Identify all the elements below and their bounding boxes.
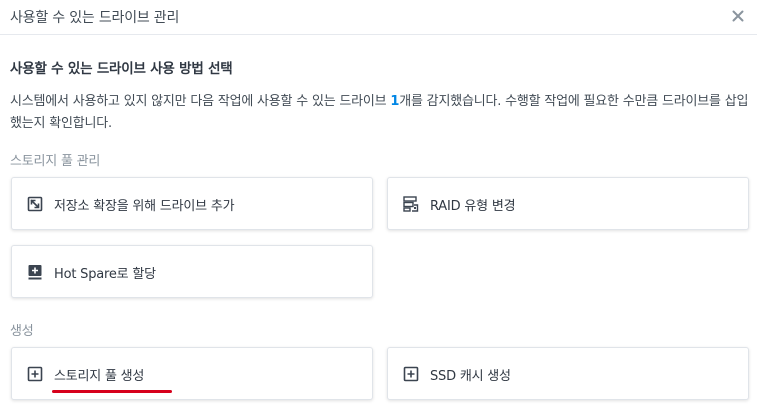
card-label: Hot Spare로 할당: [54, 267, 156, 282]
plus-box-icon: [27, 366, 43, 382]
dialog-header: 사용할 수 있는 드라이브 관리: [0, 0, 757, 35]
close-button[interactable]: [727, 5, 749, 27]
section-heading: 사용할 수 있는 드라이브 사용 방법 선택: [10, 61, 233, 77]
hotspare-icon: [28, 265, 42, 280]
storage-pool-group-label: 스토리지 풀 관리: [10, 154, 101, 169]
card-label: 스토리지 풀 생성: [54, 369, 145, 384]
card-label: SSD 캐시 생성: [430, 369, 511, 384]
expand-icon: [27, 196, 43, 212]
close-icon: [732, 10, 744, 22]
plus-box-icon: [403, 366, 419, 382]
description-text: 시스템에서 사용하고 있지 않지만 다음 작업에 사용할 수 있는 드라이브 1…: [10, 91, 750, 135]
card-label: 저장소 확장을 위해 드라이브 추가: [54, 199, 235, 214]
create-storage-pool-card[interactable]: 스토리지 풀 생성: [11, 347, 373, 400]
card-label: RAID 유형 변경: [430, 199, 516, 214]
change-raid-type-card[interactable]: RAID 유형 변경: [387, 177, 749, 230]
drive-count: 1: [390, 94, 400, 109]
create-ssd-cache-card[interactable]: SSD 캐시 생성: [387, 347, 749, 400]
highlight-underline: [52, 390, 172, 393]
dialog-title: 사용할 수 있는 드라이브 관리: [10, 10, 180, 26]
description-before: 시스템에서 사용하고 있지 않지만 다음 작업에 사용할 수 있는 드라이브: [10, 94, 391, 109]
create-group-label: 생성: [10, 324, 34, 339]
assign-hot-spare-card[interactable]: Hot Spare로 할당: [11, 245, 373, 298]
raid-icon: [403, 196, 419, 212]
manage-available-drives-dialog: 사용할 수 있는 드라이브 관리 사용할 수 있는 드라이브 사용 방법 선택 …: [0, 0, 757, 409]
add-drives-to-expand-card[interactable]: 저장소 확장을 위해 드라이브 추가: [11, 177, 373, 230]
